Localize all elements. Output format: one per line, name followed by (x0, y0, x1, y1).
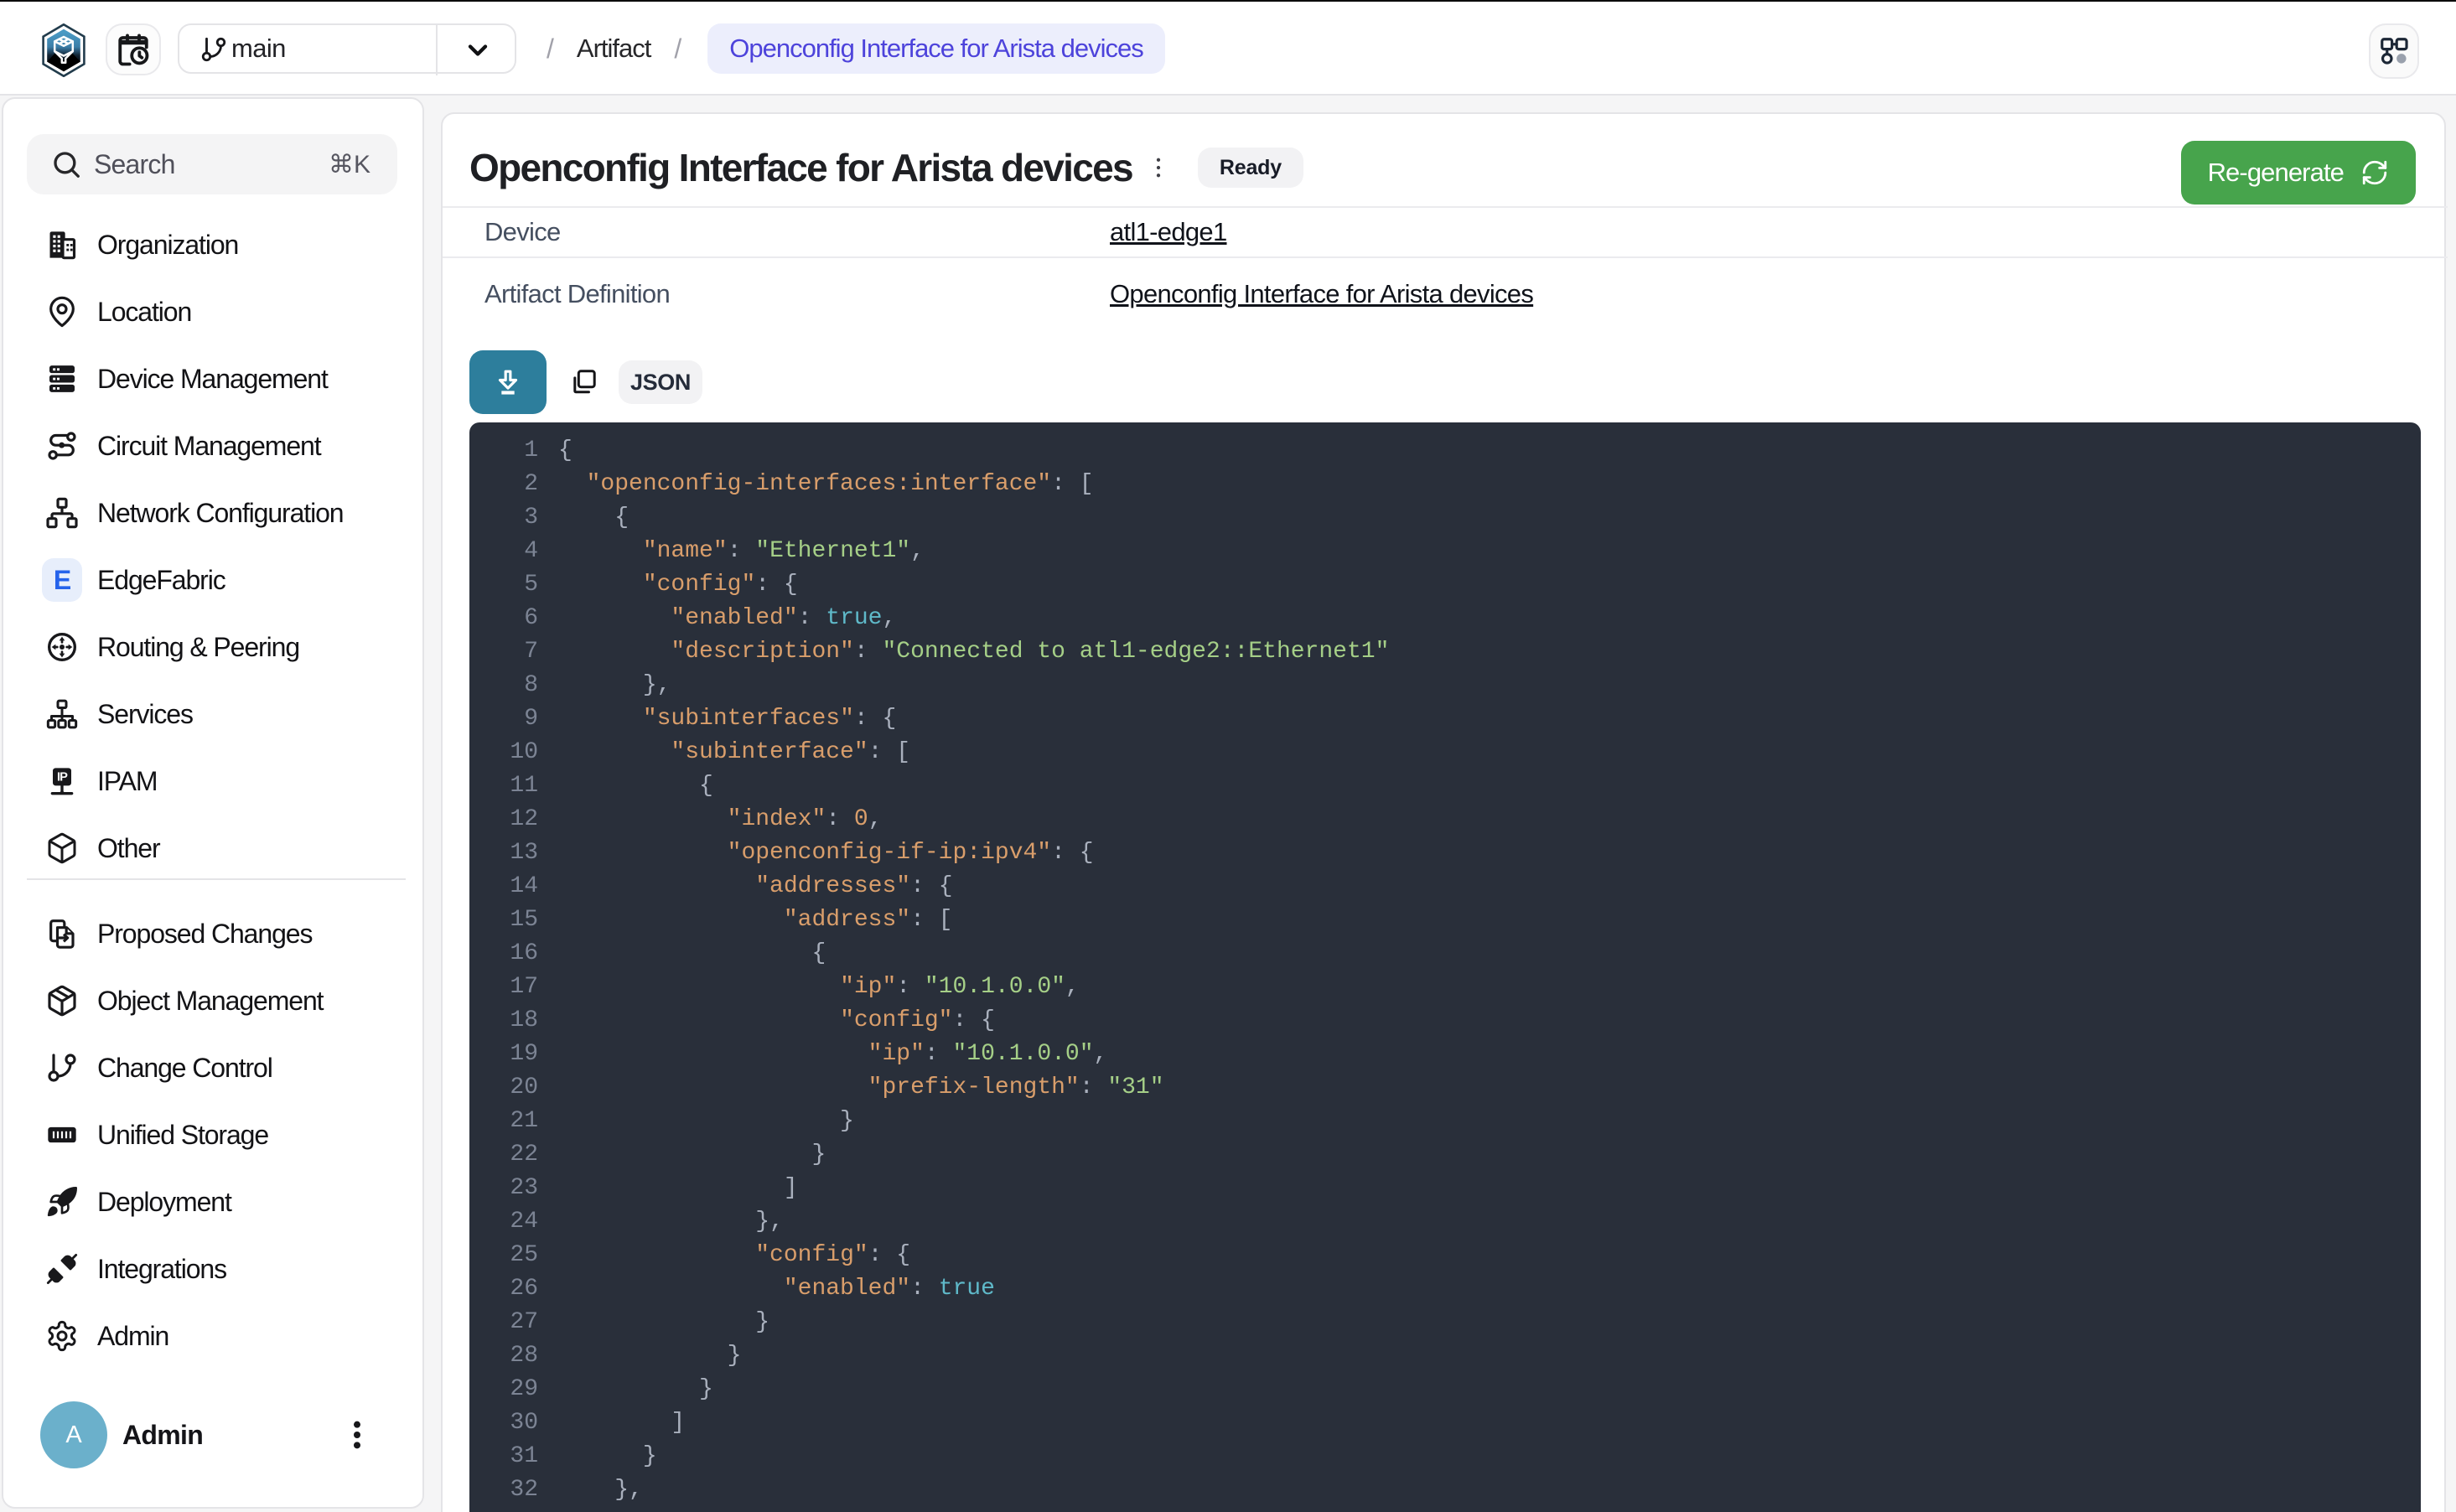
svg-text:IP: IP (57, 771, 68, 784)
